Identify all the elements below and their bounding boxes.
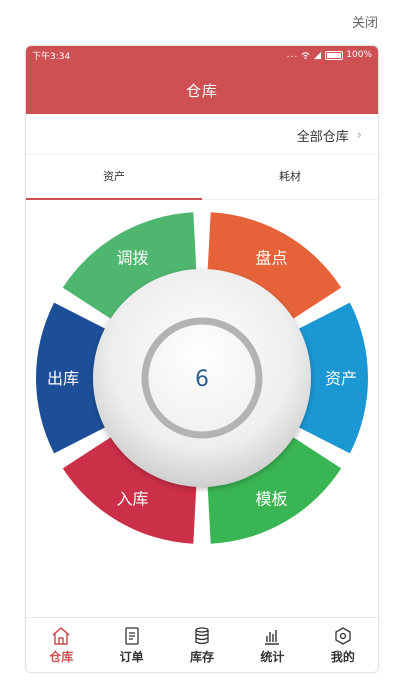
app-header: 下午3:34 ... 100% 仓库 xyxy=(26,46,378,114)
nav-label-orders: 订单 xyxy=(119,649,144,664)
segment-inventory-check-label: 盘点 xyxy=(255,249,287,268)
page-title: 仓库 xyxy=(185,82,218,100)
signal-dots: ... xyxy=(286,50,299,60)
segment-inbound-label: 入库 xyxy=(116,489,148,508)
segment-template-label: 模板 xyxy=(255,489,287,508)
nav-item-warehouse[interactable]: 仓库 xyxy=(26,618,96,672)
segment-assets-label: 资产 xyxy=(325,369,357,388)
segment-transfer-label: 调拨 xyxy=(116,249,148,268)
profile-icon xyxy=(335,626,351,645)
close-button[interactable]: 关闭 xyxy=(352,12,378,31)
status-time: 下午3:34 xyxy=(32,51,71,62)
app-screen: 下午3:34 ... 100% 仓库 全部仓库 › 资产 耗材 调拨 盘点 资产… xyxy=(25,45,379,673)
battery-level: 100% xyxy=(346,50,372,60)
tab-consumables[interactable]: 耗材 xyxy=(202,157,378,199)
battery-icon xyxy=(325,50,344,60)
order-icon xyxy=(124,626,139,645)
tab-bar: 资产 耗材 xyxy=(26,157,378,200)
warehouse-icon xyxy=(52,626,70,645)
nav-label-statistics: 统计 xyxy=(260,649,285,664)
nav-item-orders[interactable]: 订单 xyxy=(96,618,166,672)
chart-icon xyxy=(265,629,280,645)
chevron-right-icon: › xyxy=(356,127,362,143)
warehouse-selector-label: 全部仓库 xyxy=(296,129,349,145)
nav-label-stock: 库存 xyxy=(190,649,215,664)
warehouse-selector[interactable]: 全部仓库 › xyxy=(26,116,378,155)
bottom-nav: 仓库 订单 库存 统计 我的 xyxy=(26,617,378,672)
wifi-icon xyxy=(301,51,310,59)
nav-item-profile[interactable]: 我的 xyxy=(308,618,378,672)
tab-assets[interactable]: 资产 xyxy=(26,157,202,200)
nav-label-warehouse: 仓库 xyxy=(49,649,74,664)
center-count: 6 xyxy=(195,367,209,392)
segment-outbound-label: 出库 xyxy=(47,369,79,388)
stock-icon xyxy=(195,626,209,644)
nav-item-stock[interactable]: 库存 xyxy=(167,618,237,672)
status-bar: 下午3:34 ... 100% xyxy=(26,46,378,64)
function-wheel: 调拨 盘点资产模板 入库 出库 6 xyxy=(35,212,369,544)
cell-signal-icon xyxy=(314,51,322,59)
nav-label-profile: 我的 xyxy=(330,649,355,664)
nav-item-statistics[interactable]: 统计 xyxy=(237,618,307,672)
